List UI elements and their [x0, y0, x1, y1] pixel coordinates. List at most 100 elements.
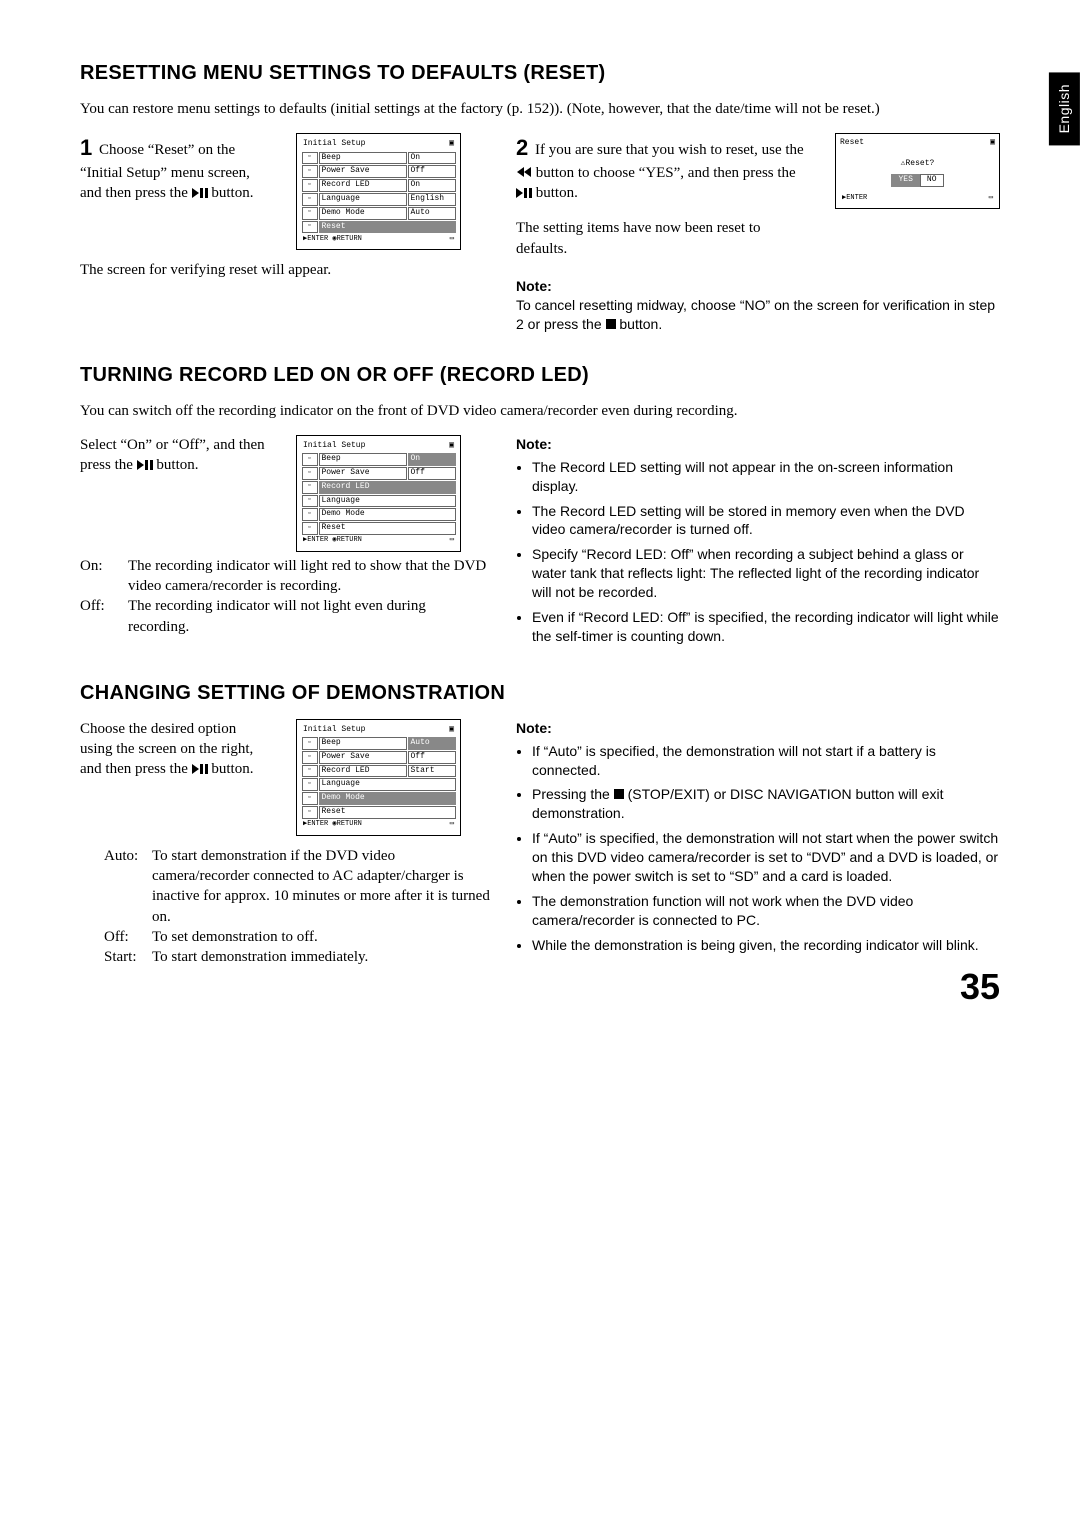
dlg-enter: ENTER	[846, 194, 867, 202]
play-pause-icon	[192, 760, 208, 780]
section-record-led: TURNING RECORD LED ON OR OFF (RECORD LED…	[80, 362, 1000, 652]
osd-row-icon: ▫	[302, 453, 318, 466]
dlg-no: NO	[920, 174, 944, 187]
osd-row-label: Power Save	[319, 751, 407, 764]
osd-row: ▫Power SaveOff	[301, 165, 456, 179]
heading-record-led: TURNING RECORD LED ON OR OFF (RECORD LED…	[80, 362, 1000, 389]
osd3-title: Initial Setup	[303, 725, 365, 736]
intro-record-led: You can switch off the recording indicat…	[80, 401, 1000, 421]
osd-row-label: Language	[319, 495, 456, 508]
osd-row: ▫Reset	[301, 220, 456, 234]
osd-row-label: Reset	[319, 806, 456, 819]
osd-row-icon: ▫	[302, 778, 318, 791]
note-1-b: button.	[616, 316, 663, 332]
osd-row-icon: ▫	[302, 751, 318, 764]
osd-row-icon: ▫	[302, 207, 318, 220]
note-item: The Record LED setting will be stored in…	[532, 502, 1000, 540]
camera-icon: ▣	[449, 441, 454, 452]
osd-row-icon: ▫	[302, 792, 318, 805]
osd-row: ▫BeepAuto	[301, 737, 456, 751]
step-1-caption: The screen for verifying reset will appe…	[80, 260, 490, 280]
osd-row-icon: ▫	[302, 806, 318, 819]
play-pause-icon	[192, 184, 208, 204]
osd-row: ▫Record LED	[301, 480, 456, 494]
osd-row-label: Beep	[319, 152, 407, 165]
osd-row: ▫Power SaveOff	[301, 466, 456, 480]
osd-row-icon: ▫	[302, 193, 318, 206]
off-text-demo: To set demonstration to off.	[152, 927, 318, 947]
camera-icon: ▣	[449, 725, 454, 736]
osd-row: ▫LanguageEnglish	[301, 192, 456, 206]
stop-icon	[614, 786, 624, 802]
dlg-yes: YES	[891, 174, 919, 187]
osd2-enter: ENTER	[307, 536, 328, 544]
note-list-3: If “Auto” is specified, the demonstratio…	[516, 742, 1000, 955]
osd-row-icon: ▫	[302, 221, 318, 234]
note-list-2: The Record LED setting will not appear i…	[516, 458, 1000, 646]
osd-row-icon: ▫	[302, 179, 318, 192]
osd-row-value: Start	[408, 765, 456, 778]
osd-row: ▫Demo Mode	[301, 508, 456, 522]
osd-row: ▫Demo ModeAuto	[301, 206, 456, 220]
osd-row-value: On	[408, 453, 456, 466]
note-item: While the demonstration is being given, …	[532, 936, 1000, 955]
note-item: Even if “Record LED: Off” is specified, …	[532, 608, 1000, 646]
osd-row-label: Language	[319, 193, 407, 206]
off-label: Off:	[80, 596, 122, 637]
step-2-text-a: If you are sure that you wish to reset, …	[535, 142, 804, 158]
play-pause-icon	[137, 456, 153, 476]
osd-row-value: On	[408, 179, 456, 192]
osd-row-value: Auto	[408, 207, 456, 220]
osd-row-value: Auto	[408, 737, 456, 750]
osd-initial-setup-1: Initial Setup▣ ▫BeepOn▫Power SaveOff▫Rec…	[296, 133, 461, 250]
note-item: Pressing the (STOP/EXIT) or DISC NAVIGAT…	[532, 785, 1000, 823]
intro-reset: You can restore menu settings to default…	[80, 99, 1000, 119]
osd-row-icon: ▫	[302, 467, 318, 480]
osd-row-icon: ▫	[302, 481, 318, 494]
step-1-number: 1	[80, 135, 92, 160]
auto-label: Auto:	[104, 846, 146, 927]
osd-row: ▫Power SaveOff	[301, 750, 456, 764]
osd-row-value: English	[408, 193, 456, 206]
osd-row-label: Record LED	[319, 765, 407, 778]
osd3-return: RETURN	[337, 820, 362, 828]
language-tab: English	[1049, 72, 1080, 145]
osd-row: ▫Reset	[301, 522, 456, 536]
osd-row-label: Power Save	[319, 165, 407, 178]
s2-body-b: button.	[153, 457, 199, 473]
start-label: Start:	[104, 947, 146, 967]
osd-row: ▫BeepOn	[301, 453, 456, 467]
osd1-title: Initial Setup	[303, 139, 365, 150]
osd-row: ▫BeepOn	[301, 151, 456, 165]
note-item: If “Auto” is specified, the demonstratio…	[532, 829, 1000, 886]
start-text: To start demonstration immediately.	[152, 947, 368, 967]
osd-row-icon: ▫	[302, 508, 318, 521]
play-pause-icon	[516, 184, 532, 204]
note-item: Specify “Record LED: Off” when recording…	[532, 545, 1000, 602]
osd-row: ▫Language	[301, 494, 456, 508]
step-2-text-c: button.	[532, 185, 578, 201]
osd-row-label: Demo Mode	[319, 508, 456, 521]
s3-body-b: button.	[208, 761, 254, 777]
note-label-1: Note:	[516, 277, 1000, 296]
stop-icon	[606, 316, 616, 332]
osd-row-label: Demo Mode	[319, 792, 456, 805]
heading-demo: CHANGING SETTING OF DEMONSTRATION	[80, 680, 1000, 707]
note-label-2: Note:	[516, 435, 1000, 454]
section-reset: RESETTING MENU SETTINGS TO DEFAULTS (RES…	[80, 60, 1000, 334]
osd-row: ▫Reset	[301, 806, 456, 820]
osd-reset-dialog: Reset▣ ⚠Reset? YESNO ▶ENTER▭	[835, 133, 1000, 209]
step-1-text-post: button.	[208, 185, 254, 201]
osd-row-icon: ▫	[302, 522, 318, 535]
osd-row-value: Off	[408, 165, 456, 178]
osd-row: ▫Record LEDStart	[301, 764, 456, 778]
on-label: On:	[80, 556, 122, 597]
osd-row: ▫Record LEDOn	[301, 179, 456, 193]
osd-row-label: Record LED	[319, 179, 407, 192]
osd-row-label: Reset	[319, 522, 456, 535]
osd-row-label: Beep	[319, 737, 407, 750]
page-number: 35	[960, 963, 1000, 1012]
osd3-enter: ENTER	[307, 820, 328, 828]
off-label-demo: Off:	[104, 927, 146, 947]
note-item: If “Auto” is specified, the demonstratio…	[532, 742, 1000, 780]
